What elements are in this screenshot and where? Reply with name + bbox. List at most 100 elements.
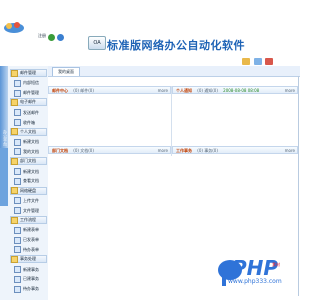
sidebar-tab-secondary[interactable]: [0, 148, 8, 206]
sidebar-item[interactable]: 新建表单: [14, 226, 51, 235]
sidebar-item-label: 已建事务: [23, 276, 39, 282]
app-title: 标准版网络办公自动化软件: [107, 39, 245, 52]
sidebar-item-label: 新建表单: [23, 227, 39, 233]
sidebar-item-label: 邮件管理: [20, 70, 36, 75]
panel-tasks: 工作事务 (0) 事务(0) more: [172, 146, 298, 154]
register-link[interactable]: 注册: [38, 33, 46, 39]
folder-icon: [11, 216, 18, 224]
sidebar-item-label: 发送邮件: [23, 109, 39, 115]
sidebar-group[interactable]: 个人文档: [10, 127, 47, 136]
document-icon: [14, 197, 21, 205]
sidebar-item-label: 部门文档: [20, 158, 36, 164]
document-icon: [14, 177, 21, 185]
more-link[interactable]: more: [285, 87, 295, 94]
sidebar-item[interactable]: 已发表单: [14, 236, 51, 245]
sidebar-group[interactable]: 网络硬盘: [10, 186, 47, 195]
panel-meta[interactable]: (0) 通知(0): [197, 88, 218, 93]
sidebar-item-label: 新建文档: [23, 139, 39, 145]
message-icon[interactable]: [242, 58, 250, 65]
panel-meta[interactable]: (0) 文档(0): [73, 148, 94, 153]
document-icon: [14, 236, 21, 244]
help-icon[interactable]: [253, 58, 262, 65]
watermark-brand: PHP: [232, 256, 279, 280]
sidebar-item-label: 上传文件: [23, 197, 39, 203]
sidebar-item-label: 收件箱: [23, 119, 35, 125]
folder-icon: [11, 157, 18, 165]
panel-meta[interactable]: (0) 事务(0): [197, 148, 218, 153]
sidebar-item[interactable]: 邮件管理: [14, 89, 51, 98]
sidebar-item[interactable]: 上传文件: [14, 196, 51, 205]
home-icon[interactable]: [57, 34, 64, 41]
document-icon: [14, 207, 21, 215]
sidebar-group[interactable]: 部门文档: [10, 157, 47, 166]
sidebar-group[interactable]: 事务处理: [10, 255, 47, 264]
sidebar-item[interactable]: 新建事务: [14, 265, 51, 274]
folder-icon: [11, 187, 18, 195]
sidebar-item-label: 查看文档: [23, 178, 39, 184]
scrollbar[interactable]: [298, 76, 299, 296]
panel-mail: 邮件中心 (0) 邮件(0) more: [48, 86, 171, 94]
document-icon: [14, 246, 21, 254]
sidebar-item[interactable]: 待办事务: [14, 285, 51, 294]
folder-icon: [11, 128, 18, 136]
sidebar-item[interactable]: 新建文档: [14, 167, 51, 176]
document-icon: [14, 168, 21, 175]
sidebar-item-label: 我的文档: [23, 148, 39, 154]
panel-title: 邮件中心: [52, 88, 68, 93]
sidebar-group[interactable]: 工作流程: [10, 216, 47, 224]
more-link[interactable]: more: [158, 147, 168, 154]
folder-icon: [11, 98, 18, 106]
sidebar-item[interactable]: 查看文档: [14, 177, 51, 186]
sidebar-item[interactable]: 我的文档: [14, 147, 51, 156]
panel-notice: 个人通知 (0) 通知(0) 2008-08-08 08:08 more: [172, 86, 298, 94]
sidebar-item-label: 邮件管理: [23, 90, 39, 96]
document-icon: [14, 79, 21, 87]
document-icon: [14, 266, 21, 273]
sidebar-item-label: 个人文档: [20, 128, 36, 134]
sidebar-item[interactable]: 已建事务: [14, 275, 51, 284]
document-icon: [14, 226, 21, 234]
folder-icon: [11, 69, 18, 77]
sidebar-item-label: 工作流程: [20, 217, 36, 222]
sidebar-item[interactable]: 收件箱: [14, 118, 51, 127]
sidebar-item-label: 事务处理: [20, 256, 36, 262]
sidebar-item[interactable]: 新建文档: [14, 138, 51, 147]
sidebar-group[interactable]: 电子邮件: [10, 98, 47, 107]
folder-icon: [11, 255, 18, 263]
document-icon: [14, 275, 21, 283]
sidebar-item[interactable]: 文件管理: [14, 206, 51, 215]
sidebar-item-label: 电子邮件: [20, 99, 36, 105]
sidebar-item[interactable]: 发送邮件: [14, 108, 51, 117]
more-link[interactable]: more: [285, 147, 295, 154]
sidebar-item-label: 待办事务: [23, 286, 39, 292]
logout-icon[interactable]: [265, 58, 274, 65]
sidebar-tab-label: 办公平台: [3, 130, 8, 146]
app-badge: OA: [88, 36, 106, 50]
document-icon: [14, 285, 21, 293]
tab-home[interactable]: 我的桌面: [52, 67, 80, 76]
divider: [171, 86, 172, 156]
logo-icon: [4, 22, 24, 33]
sidebar-item-label: 已发表单: [23, 237, 39, 243]
sidebar-item-label: 新建文档: [23, 168, 39, 174]
sidebar-item[interactable]: 待办表单: [14, 245, 51, 254]
document-icon: [14, 89, 21, 97]
sidebar-item-label: 新建事务: [23, 266, 39, 272]
document-icon: [14, 119, 21, 126]
panel-title: 工作事务: [176, 148, 192, 153]
panel-docs: 部门文档 (0) 文档(0) more: [48, 146, 171, 154]
sidebar-item-label: 网络硬盘: [20, 187, 36, 193]
sidebar-item[interactable]: 内部短信: [14, 79, 51, 88]
sidebar-item-label: 内部短信: [23, 80, 39, 86]
document-icon: [14, 148, 21, 156]
panel-meta[interactable]: (0) 邮件(0): [73, 88, 94, 93]
document-icon: [14, 109, 21, 117]
panel-date: 2008-08-08 08:08: [223, 88, 260, 93]
refresh-icon[interactable]: [48, 34, 55, 41]
sidebar-group[interactable]: 邮件管理: [10, 69, 47, 77]
panel-title: 部门文档: [52, 148, 68, 153]
panel-title: 个人通知: [176, 88, 192, 93]
more-link[interactable]: more: [158, 87, 168, 94]
watermark-cn: 素材: [272, 262, 280, 267]
sidebar-item-label: 文件管理: [23, 207, 39, 213]
